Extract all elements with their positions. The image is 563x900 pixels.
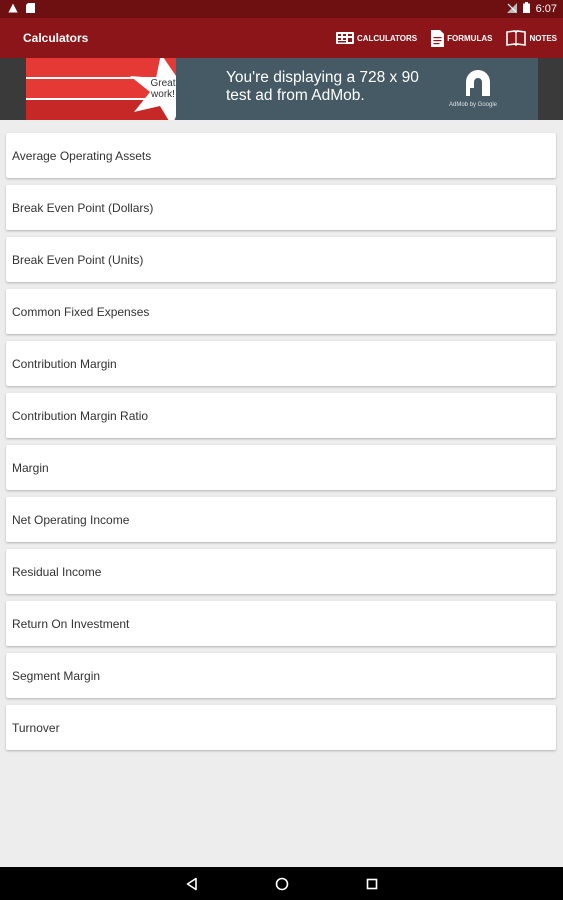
list-item-label: Net Operating Income: [12, 512, 130, 527]
calculators-label: CALCULATORS: [356, 33, 418, 43]
formulas-button[interactable]: FORMULAS: [431, 29, 493, 47]
sd-card-icon: [26, 2, 35, 16]
notes-button[interactable]: NOTES: [506, 30, 557, 46]
list-item-label: Turnover: [12, 720, 60, 735]
ad-logo-caption: AdMob by Google: [448, 102, 498, 108]
list-item[interactable]: Common Fixed Expenses: [6, 289, 556, 334]
back-icon: [186, 877, 197, 890]
warning-icon: [8, 3, 18, 16]
document-icon: [431, 29, 445, 47]
list-item-label: Contribution Margin Ratio: [12, 408, 149, 423]
list-item[interactable]: Average Operating Assets: [6, 133, 556, 178]
list-item-label: Contribution Margin: [12, 356, 117, 371]
list-item[interactable]: Segment Margin: [6, 653, 556, 698]
list-item-label: Residual Income: [12, 564, 102, 579]
app-bar: Calculators CALCULATORS FORMULAS NOTES: [0, 18, 563, 58]
calculator-icon: [335, 32, 354, 44]
ad-text: You're displaying a 728 x 90 test ad fro…: [226, 69, 419, 104]
ad-container: Great work! You're displaying a 728 x 90…: [0, 58, 563, 120]
list-item-label: Break Even Point (Dollars): [12, 200, 154, 215]
calculator-list: Average Operating Assets Break Even Poin…: [6, 133, 556, 757]
back-button[interactable]: [184, 876, 200, 892]
status-time: 6:07: [535, 3, 557, 15]
status-left: [8, 2, 35, 16]
list-item[interactable]: Return On Investment: [6, 601, 556, 646]
app-title: Calculators: [23, 31, 89, 45]
list-item[interactable]: Turnover: [6, 705, 556, 750]
home-button[interactable]: [274, 876, 290, 892]
formulas-label: FORMULAS: [447, 33, 493, 43]
calculators-button[interactable]: CALCULATORS: [335, 32, 418, 44]
list-item-label: Segment Margin: [12, 668, 101, 683]
list-item[interactable]: Contribution Margin: [6, 341, 556, 386]
list-item-label: Break Even Point (Units): [12, 252, 144, 267]
ad-banner[interactable]: Great work! You're displaying a 728 x 90…: [26, 58, 538, 120]
book-icon: [506, 30, 527, 46]
list-item-label: Margin: [12, 460, 49, 475]
home-icon: [275, 877, 288, 890]
list-item-label: Return On Investment: [12, 616, 130, 631]
notes-label: NOTES: [529, 33, 557, 43]
list-item-label: Average Operating Assets: [12, 148, 152, 163]
list-item[interactable]: Break Even Point (Units): [6, 237, 556, 282]
list-item[interactable]: Break Even Point (Dollars): [6, 185, 556, 230]
recents-button[interactable]: [364, 876, 380, 892]
battery-icon: [522, 2, 530, 16]
app-bar-actions: CALCULATORS FORMULAS NOTES: [335, 29, 557, 47]
recents-icon: [366, 878, 377, 889]
list-item[interactable]: Net Operating Income: [6, 497, 556, 542]
no-sim-icon: [506, 2, 517, 16]
list-item[interactable]: Contribution Margin Ratio: [6, 393, 556, 438]
list-item[interactable]: Residual Income: [6, 549, 556, 594]
list-item-label: Common Fixed Expenses: [12, 304, 150, 319]
ad-star-text: Great work!: [150, 78, 176, 100]
navigation-bar: [0, 867, 563, 900]
status-right: 6:07: [506, 2, 557, 16]
list-item[interactable]: Margin: [6, 445, 556, 490]
status-bar: 6:07: [0, 0, 563, 18]
